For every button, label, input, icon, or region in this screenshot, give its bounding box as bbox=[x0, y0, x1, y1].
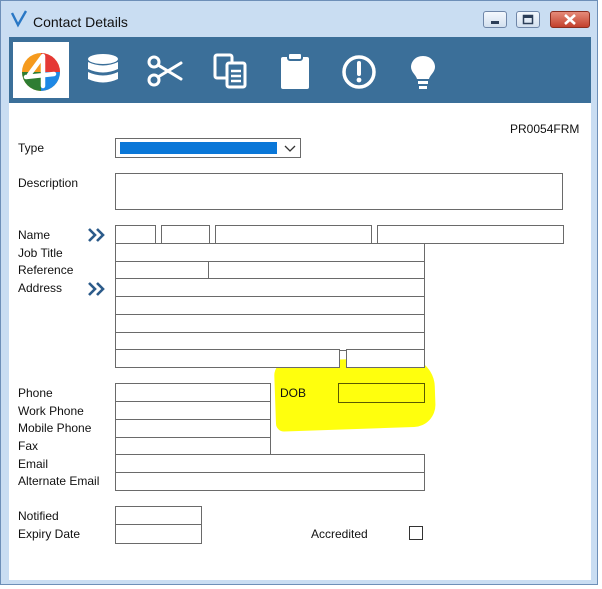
address-line3-field[interactable] bbox=[115, 314, 425, 333]
name-label: Name bbox=[18, 228, 51, 242]
alternate-email-label: Alternate Email bbox=[18, 474, 100, 488]
reference-field[interactable] bbox=[115, 261, 209, 279]
address-postcode-field[interactable] bbox=[346, 349, 425, 368]
reference-label: Reference bbox=[18, 263, 74, 277]
fax-field[interactable] bbox=[115, 437, 271, 455]
paste-button[interactable] bbox=[267, 42, 323, 98]
database-icon bbox=[88, 54, 118, 83]
app-logo-button[interactable] bbox=[13, 42, 69, 98]
app-logo-icon bbox=[22, 53, 60, 91]
maximize-button[interactable] bbox=[516, 11, 540, 28]
close-button[interactable] bbox=[550, 11, 590, 28]
app-check-icon bbox=[10, 10, 28, 28]
address-suburb-field[interactable] bbox=[115, 349, 340, 368]
work-phone-label: Work Phone bbox=[18, 404, 84, 418]
notified-field[interactable] bbox=[115, 506, 202, 525]
alert-button[interactable] bbox=[331, 42, 387, 98]
expiry-date-label: Expiry Date bbox=[18, 527, 81, 541]
address-label: Address bbox=[18, 281, 63, 295]
work-phone-field[interactable] bbox=[115, 401, 271, 420]
toolbar bbox=[9, 37, 591, 103]
tip-button[interactable] bbox=[395, 42, 451, 98]
minimize-button[interactable] bbox=[483, 11, 507, 28]
email-label: Email bbox=[18, 457, 49, 471]
contact-form: PR0054FRM Type Description Name Job Titl… bbox=[9, 103, 591, 580]
alert-icon bbox=[342, 55, 376, 89]
description-field[interactable] bbox=[115, 173, 563, 210]
email-field[interactable] bbox=[115, 454, 425, 473]
maximize-icon bbox=[522, 14, 534, 25]
fax-label: Fax bbox=[18, 439, 39, 453]
notified-label: Notified bbox=[18, 509, 59, 523]
expiry-date-field[interactable] bbox=[115, 524, 202, 544]
phone-label: Phone bbox=[18, 386, 53, 400]
reference-extra-field[interactable] bbox=[208, 261, 425, 279]
form-code: PR0054FRM bbox=[510, 122, 580, 136]
cut-button[interactable] bbox=[139, 42, 195, 98]
lightbulb-icon bbox=[411, 56, 435, 89]
address-expand-icon[interactable] bbox=[87, 281, 107, 297]
title-bar: Contact Details bbox=[1, 1, 597, 37]
chevron-down-icon bbox=[284, 145, 296, 152]
minimize-icon bbox=[491, 21, 499, 24]
type-label: Type bbox=[18, 141, 45, 155]
clipboard-icon bbox=[281, 52, 309, 89]
name-last-field[interactable] bbox=[377, 225, 564, 244]
accredited-label: Accredited bbox=[311, 527, 368, 541]
job-title-label: Job Title bbox=[18, 246, 63, 260]
address-line1-field[interactable] bbox=[115, 278, 425, 297]
name-expand-icon[interactable] bbox=[87, 227, 107, 243]
alternate-email-field[interactable] bbox=[115, 472, 425, 491]
mobile-phone-field[interactable] bbox=[115, 419, 271, 438]
contact-details-window: Contact Details PR0054FRM Type Descripti… bbox=[0, 0, 598, 585]
job-title-field[interactable] bbox=[115, 243, 425, 262]
dob-label: DOB bbox=[280, 386, 307, 400]
accredited-checkbox[interactable] bbox=[409, 526, 423, 540]
phone-field[interactable] bbox=[115, 383, 271, 402]
copy-button[interactable] bbox=[203, 42, 259, 98]
scissors-icon bbox=[147, 55, 183, 87]
copy-icon bbox=[213, 53, 247, 89]
address-line2-field[interactable] bbox=[115, 296, 425, 315]
name-title-field[interactable] bbox=[115, 225, 156, 244]
description-label: Description bbox=[18, 176, 79, 190]
name-first-field[interactable] bbox=[161, 225, 210, 244]
mobile-phone-label: Mobile Phone bbox=[18, 421, 92, 435]
type-select-value bbox=[120, 142, 277, 154]
database-button[interactable] bbox=[75, 42, 131, 98]
close-icon bbox=[564, 14, 576, 25]
name-middle-field[interactable] bbox=[215, 225, 372, 244]
dob-field[interactable] bbox=[338, 383, 425, 403]
type-select[interactable] bbox=[115, 138, 301, 158]
window-title: Contact Details bbox=[33, 14, 128, 30]
